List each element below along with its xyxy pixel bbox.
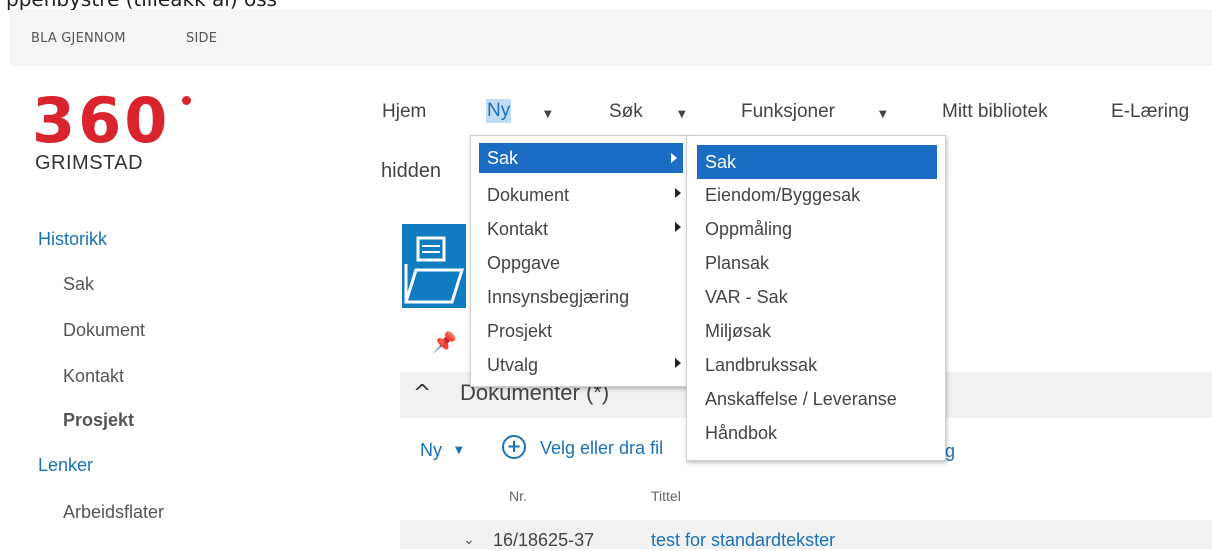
sidebar-item-prosjekt[interactable]: Prosjekt xyxy=(63,410,134,431)
sidebar-item-lenker[interactable]: Lenker xyxy=(38,455,93,476)
chevron-down-icon[interactable]: ⌄ xyxy=(463,532,475,548)
submenu-item-eiendom-byggesak[interactable]: Eiendom/Byggesak xyxy=(687,178,945,212)
row-document-number: 16/18625-37 xyxy=(493,530,595,550)
clipped-heading-text: ppenbystre (tilleakk al) oss xyxy=(0,0,1212,10)
menu-item-innsynsbegjaering[interactable]: Innsynsbegjæring xyxy=(471,280,687,314)
sidebar-item-dokument[interactable]: Dokument xyxy=(63,320,145,341)
logo-number: 360 xyxy=(32,84,171,157)
topnav-hjem[interactable]: Hjem xyxy=(382,101,426,123)
new-document-dropdown-icon[interactable]: ▼ xyxy=(455,445,463,456)
chevron-up-icon[interactable]: ^ xyxy=(413,381,431,406)
document-folder-icon xyxy=(402,224,466,308)
pin-icon[interactable]: 📌 xyxy=(432,330,457,354)
submenu-item-sak[interactable]: Sak xyxy=(697,145,937,179)
funksjoner-dropdown-icon[interactable]: ▼ xyxy=(879,109,887,120)
logo-town: GRIMSTAD xyxy=(35,152,144,174)
ribbon-tab-browse[interactable]: BLA GJENNOM xyxy=(31,31,126,46)
logo-dot-icon xyxy=(182,96,191,105)
menu-item-prosjekt[interactable]: Prosjekt xyxy=(471,314,687,348)
ribbon-bar: BLA GJENNOM SIDE xyxy=(10,10,1212,66)
topnav-hidden[interactable]: hidden xyxy=(381,160,441,183)
sidebar-item-historikk[interactable]: Historikk xyxy=(38,229,107,250)
submenu-arrow-icon xyxy=(671,153,677,163)
sidebar-item-arbeidsflater[interactable]: Arbeidsflater xyxy=(63,502,164,523)
submenu-item-landbrukssak[interactable]: Landbrukssak xyxy=(687,348,945,382)
submenu-item-plansak[interactable]: Plansak xyxy=(687,246,945,280)
submenu-arrow-icon xyxy=(675,222,681,232)
topnav-mitt-bibliotek[interactable]: Mitt bibliotek xyxy=(942,101,1048,123)
ny-dropdown-menu: Sak Dokument Kontakt Oppgave Innsynsbegj… xyxy=(470,135,688,387)
submenu-item-oppmaling[interactable]: Oppmåling xyxy=(687,212,945,246)
topnav-ny[interactable]: Ny xyxy=(486,99,512,123)
topnav-sok[interactable]: Søk xyxy=(609,101,643,123)
menu-item-dokument[interactable]: Dokument xyxy=(471,178,687,212)
menu-item-kontakt[interactable]: Kontakt xyxy=(471,212,687,246)
clipped-heading-label: ppenbystre (tilleakk al) oss xyxy=(6,0,277,10)
submenu-item-var-sak[interactable]: VAR - Sak xyxy=(687,280,945,314)
sidebar-item-sak[interactable]: Sak xyxy=(63,274,94,295)
submenu-item-handbok[interactable]: Håndbok xyxy=(687,416,945,450)
row-document-title[interactable]: test for standardtekster xyxy=(651,530,835,551)
submenu-item-anskaffelse-leveranse[interactable]: Anskaffelse / Leveranse xyxy=(687,382,945,416)
menu-item-utvalg[interactable]: Utvalg xyxy=(471,348,687,382)
sok-dropdown-icon[interactable]: ▼ xyxy=(678,109,686,120)
sak-submenu: Sak Eiendom/Byggesak Oppmåling Plansak V… xyxy=(686,135,946,461)
menu-item-sak[interactable]: Sak xyxy=(479,143,683,173)
add-circle-icon[interactable]: + xyxy=(502,435,526,459)
ribbon-tab-page[interactable]: SIDE xyxy=(186,31,217,46)
upload-file-link[interactable]: Velg eller dra fil xyxy=(540,438,663,459)
sidebar-item-kontakt[interactable]: Kontakt xyxy=(63,366,124,387)
folder-icon-graphic xyxy=(404,236,465,304)
submenu-item-miljosak[interactable]: Miljøsak xyxy=(687,314,945,348)
submenu-arrow-icon xyxy=(675,188,681,198)
ny-dropdown-icon[interactable]: ▼ xyxy=(544,109,552,120)
submenu-arrow-icon xyxy=(675,358,681,368)
topnav-elaering[interactable]: E-Læring xyxy=(1111,101,1189,123)
menu-item-oppgave[interactable]: Oppgave xyxy=(471,246,687,280)
topnav-funksjoner[interactable]: Funksjoner xyxy=(741,101,835,123)
column-header-tittel[interactable]: Tittel xyxy=(651,488,681,504)
site-logo[interactable]: 360 GRIMSTAD xyxy=(32,84,202,186)
column-header-nr[interactable]: Nr. xyxy=(509,488,527,504)
new-document-link[interactable]: Ny xyxy=(420,440,442,461)
